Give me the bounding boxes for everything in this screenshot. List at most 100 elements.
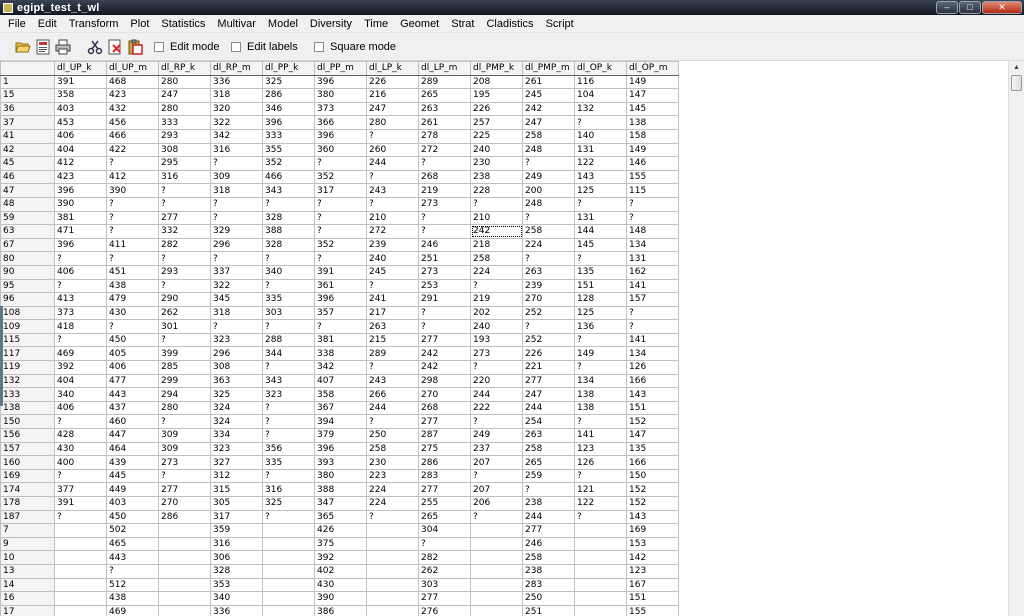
row-label[interactable]: 117 — [0, 346, 55, 362]
table-cell[interactable]: 318 — [210, 88, 263, 103]
table-cell[interactable]: 353 — [210, 577, 263, 593]
table-cell[interactable]: 502 — [106, 523, 159, 538]
table-cell[interactable]: 422 — [106, 142, 159, 158]
table-cell[interactable]: 166 — [626, 373, 679, 389]
table-cell[interactable]: 131 — [574, 142, 627, 158]
table-cell[interactable]: 407 — [314, 373, 367, 389]
table-cell[interactable]: 263 — [522, 264, 575, 280]
table-cell[interactable]: 404 — [54, 142, 107, 158]
table-cell[interactable]: 303 — [262, 305, 315, 321]
table-cell[interactable]: 219 — [470, 292, 523, 307]
table-cell[interactable]: 443 — [106, 550, 159, 565]
table-cell[interactable]: ? — [106, 319, 159, 334]
table-cell[interactable]: 309 — [158, 441, 211, 457]
table-cell[interactable]: 315 — [210, 482, 263, 497]
table-cell[interactable]: 250 — [522, 591, 575, 606]
table-cell[interactable]: 126 — [574, 455, 627, 470]
table-cell[interactable]: 147 — [626, 88, 679, 103]
table-cell[interactable]: 437 — [106, 400, 159, 416]
table-cell[interactable]: 312 — [210, 468, 263, 484]
table-cell[interactable]: 200 — [522, 183, 575, 198]
table-cell[interactable]: 393 — [314, 455, 367, 470]
table-cell[interactable] — [262, 591, 315, 606]
table-cell[interactable]: 238 — [522, 563, 575, 579]
table-cell[interactable]: 244 — [522, 400, 575, 416]
table-cell[interactable]: 466 — [106, 128, 159, 144]
table-cell[interactable] — [54, 523, 107, 538]
table-cell[interactable]: 134 — [626, 346, 679, 362]
table-cell[interactable]: 447 — [106, 428, 159, 443]
menu-script[interactable]: Script — [540, 15, 580, 33]
table-cell[interactable]: ? — [262, 360, 315, 375]
table-cell[interactable]: ? — [522, 319, 575, 334]
table-cell[interactable]: 301 — [158, 319, 211, 334]
table-cell[interactable]: 116 — [574, 74, 627, 90]
table-cell[interactable]: 406 — [54, 400, 107, 416]
table-cell[interactable]: 273 — [418, 264, 471, 280]
table-cell[interactable]: 327 — [210, 455, 263, 470]
table-cell[interactable]: 220 — [470, 373, 523, 389]
table-cell[interactable]: 285 — [158, 360, 211, 375]
table-cell[interactable] — [262, 550, 315, 565]
table-cell[interactable]: 226 — [522, 346, 575, 362]
table-cell[interactable]: 392 — [314, 550, 367, 565]
table-cell[interactable]: 149 — [626, 74, 679, 90]
table-cell[interactable]: 358 — [54, 88, 107, 103]
print-icon[interactable] — [54, 38, 72, 56]
table-cell[interactable]: 438 — [106, 278, 159, 294]
row-label[interactable]: 156 — [0, 428, 55, 443]
table-cell[interactable]: 400 — [54, 455, 107, 470]
edit-labels-checkbox[interactable] — [231, 42, 241, 52]
table-cell[interactable]: 248 — [522, 142, 575, 158]
table-cell[interactable]: 337 — [210, 264, 263, 280]
table-cell[interactable]: 356 — [262, 441, 315, 457]
table-cell[interactable]: 243 — [366, 373, 419, 389]
table-cell[interactable]: 224 — [366, 482, 419, 497]
table-cell[interactable]: 280 — [158, 400, 211, 416]
table-cell[interactable]: ? — [262, 319, 315, 334]
table-cell[interactable]: ? — [574, 509, 627, 525]
table-cell[interactable]: 396 — [262, 115, 315, 130]
table-cell[interactable]: 240 — [470, 142, 523, 158]
row-label[interactable]: 174 — [0, 482, 55, 497]
table-cell[interactable]: 258 — [522, 441, 575, 457]
table-cell[interactable]: 145 — [574, 237, 627, 253]
open-folder-icon[interactable] — [14, 38, 32, 56]
table-cell[interactable]: 273 — [158, 455, 211, 470]
table-cell[interactable]: 259 — [522, 468, 575, 484]
row-label[interactable]: 67 — [0, 237, 55, 253]
table-cell[interactable]: 277 — [158, 482, 211, 497]
table-cell[interactable]: 323 — [210, 441, 263, 457]
table-cell[interactable]: 296 — [210, 237, 263, 253]
table-cell[interactable] — [366, 536, 419, 552]
table-cell[interactable]: 388 — [314, 482, 367, 497]
cut-icon[interactable] — [86, 38, 104, 56]
table-cell[interactable]: 325 — [262, 496, 315, 511]
table-cell[interactable]: 471 — [54, 224, 107, 239]
table-cell[interactable]: 249 — [470, 428, 523, 443]
table-cell[interactable] — [158, 550, 211, 565]
table-cell[interactable]: 373 — [54, 305, 107, 321]
table-cell[interactable]: 217 — [366, 305, 419, 321]
table-cell[interactable]: 396 — [54, 237, 107, 253]
table-cell[interactable]: 158 — [626, 128, 679, 144]
table-cell[interactable]: 367 — [314, 400, 367, 416]
table-cell[interactable]: 334 — [210, 428, 263, 443]
table-cell[interactable]: 195 — [470, 88, 523, 103]
table-cell[interactable]: 263 — [366, 319, 419, 334]
table-cell[interactable]: ? — [522, 210, 575, 226]
table-cell[interactable]: 323 — [210, 332, 263, 348]
table-cell[interactable]: 309 — [158, 428, 211, 443]
table-cell[interactable]: 291 — [418, 292, 471, 307]
table-cell[interactable]: 365 — [314, 509, 367, 525]
table-cell[interactable]: ? — [626, 305, 679, 321]
table-cell[interactable]: ? — [314, 251, 367, 266]
table-cell[interactable]: 288 — [262, 332, 315, 348]
table-cell[interactable]: 355 — [262, 142, 315, 158]
table-cell[interactable]: 445 — [106, 468, 159, 484]
table-cell[interactable]: 282 — [158, 237, 211, 253]
table-cell[interactable]: ? — [106, 196, 159, 212]
column-header[interactable]: dl_PMP_m — [522, 61, 575, 76]
table-cell[interactable]: 468 — [106, 74, 159, 90]
column-header[interactable]: dl_LP_k — [366, 61, 419, 76]
